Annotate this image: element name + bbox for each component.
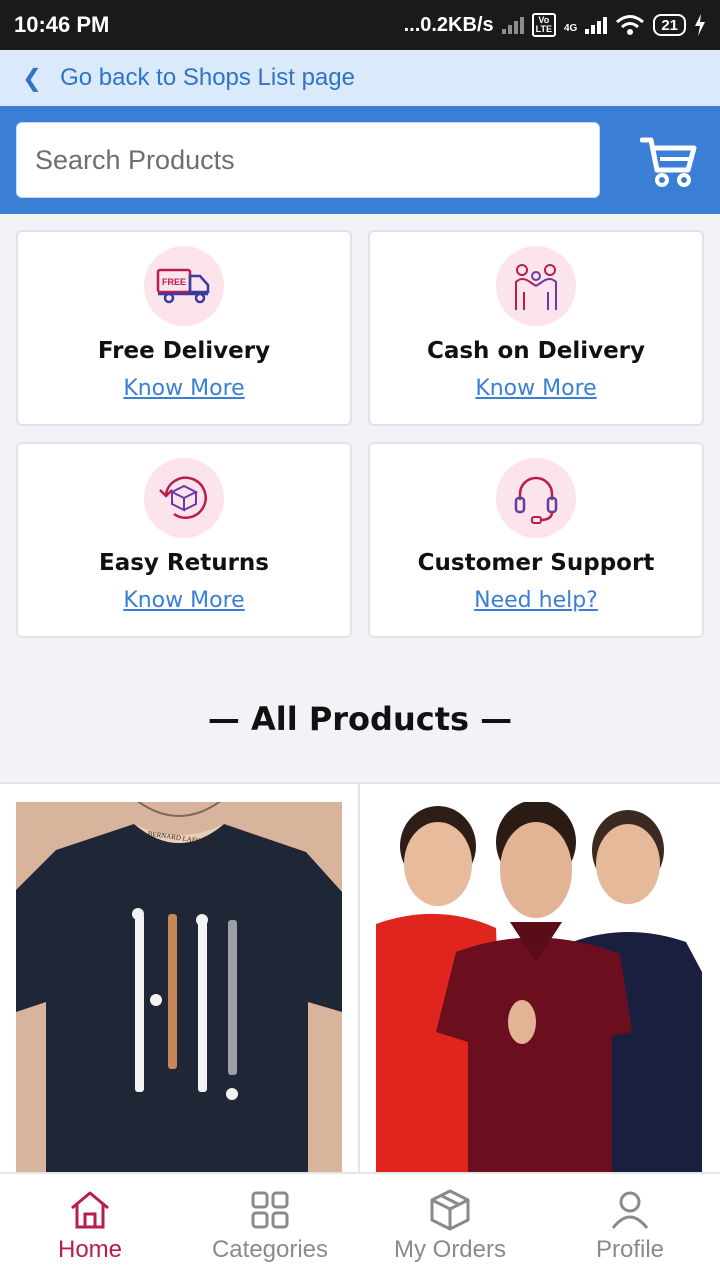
box-icon <box>430 1189 470 1231</box>
know-more-link[interactable]: Know More <box>123 588 244 613</box>
feature-title: Easy Returns <box>98 550 269 576</box>
product-card[interactable]: BERNARD LAFOND <box>0 784 358 1184</box>
bottom-navigation: Home Categories My Orders Profile <box>0 1172 720 1280</box>
feature-card-free-delivery: FREE Free Delivery Know More <box>16 230 352 426</box>
feature-card-customer-support: Customer Support Need help? <box>368 442 704 638</box>
product-image-black-tshirt[interactable]: BERNARD LAFOND <box>16 802 342 1174</box>
cash-handover-icon <box>496 246 576 326</box>
nav-profile[interactable]: Profile <box>540 1174 720 1280</box>
headset-icon <box>496 458 576 538</box>
feature-title: Free Delivery <box>97 338 271 364</box>
back-to-shops-link[interactable]: ❮ Go back to Shops List page <box>0 50 720 106</box>
feature-card-cash-on-delivery: Cash on Delivery Know More <box>368 230 704 426</box>
network-type: 4G <box>563 23 578 34</box>
feature-card-easy-returns: Easy Returns Know More <box>16 442 352 638</box>
nav-my-orders[interactable]: My Orders <box>360 1174 540 1280</box>
nav-label: Categories <box>211 1236 329 1263</box>
user-icon <box>611 1191 649 1229</box>
product-card[interactable] <box>360 784 718 1184</box>
product-grid: BERNARD LAFOND <box>0 782 720 1184</box>
battery-level: 21 <box>661 16 678 34</box>
chevron-left-icon: ❮ <box>22 64 43 92</box>
status-time: 10:46 PM <box>14 12 110 37</box>
home-icon <box>71 1191 109 1229</box>
wifi-icon <box>616 15 645 35</box>
nav-categories[interactable]: Categories <box>180 1174 360 1280</box>
free-delivery-truck-icon: FREE <box>144 246 224 326</box>
grid-icon <box>251 1191 289 1229</box>
signal-icon <box>585 16 608 34</box>
status-icons: ...0.2KB/s Vo LTE 4G 21 <box>404 13 706 37</box>
net-speed: ...0.2KB/s <box>403 13 494 36</box>
feature-title: Cash on Delivery <box>426 338 646 364</box>
need-help-link[interactable]: Need help? <box>474 588 598 613</box>
back-link-label: Go back to Shops List page <box>60 64 355 91</box>
return-box-icon <box>144 458 224 538</box>
nav-label: My Orders <box>393 1236 506 1263</box>
feature-title: Customer Support <box>417 550 655 576</box>
cart-icon[interactable] <box>640 134 698 188</box>
nav-label: Profile <box>595 1236 665 1263</box>
nav-home[interactable]: Home <box>0 1174 180 1280</box>
search-input[interactable] <box>16 122 600 198</box>
search-header <box>0 106 720 214</box>
volte-icon: Vo LTE <box>531 13 556 37</box>
nav-label: Home <box>57 1236 123 1263</box>
signal-weak-icon <box>501 16 524 34</box>
svg-text:FREE: FREE <box>162 277 186 287</box>
charging-icon <box>695 14 705 36</box>
status-bar: 10:46 PM ...0.2KB/s Vo LTE 4G 21 <box>0 0 720 50</box>
know-more-link[interactable]: Know More <box>123 376 244 401</box>
product-image-polo-tshirts[interactable] <box>376 802 702 1174</box>
all-products-heading: — All Products — <box>207 700 513 738</box>
know-more-link[interactable]: Know More <box>475 376 596 401</box>
battery-icon: 21 <box>653 14 686 36</box>
